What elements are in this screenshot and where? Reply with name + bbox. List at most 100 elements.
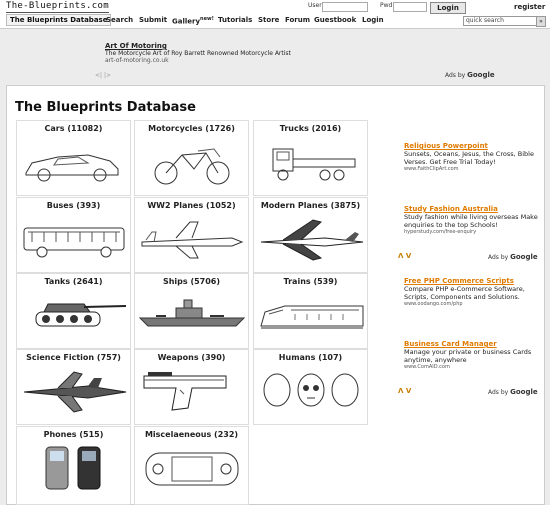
category-name: Humans: [278, 353, 316, 362]
truck-icon[interactable]: [254, 135, 367, 191]
category-cell[interactable]: Humans (107): [253, 349, 368, 425]
ship-icon[interactable]: [135, 288, 248, 344]
side-ad-desc: Study fashion while living overseas Make…: [404, 213, 538, 229]
spaceship-icon[interactable]: [17, 364, 130, 420]
category-cell[interactable]: Motorcycles (1726): [134, 120, 249, 196]
nav-submit[interactable]: Submit: [139, 16, 167, 24]
category-cell[interactable]: Tanks (2641): [16, 273, 131, 349]
side-ad-url[interactable]: www.FaithClipArt.com: [404, 166, 539, 172]
ad-nav-arrows-2[interactable]: Λ V: [398, 387, 411, 395]
side-ad-url[interactable]: hyperstudy.com/free-enquiry: [404, 229, 539, 235]
car-icon[interactable]: [17, 135, 130, 191]
jet-icon[interactable]: [254, 212, 367, 268]
category-label[interactable]: Phones (515): [17, 430, 130, 439]
category-label[interactable]: Cars (11082): [17, 124, 130, 133]
side-ad-2: Study Fashion Australia Study fashion wh…: [404, 205, 539, 235]
skull-icon[interactable]: [254, 364, 367, 420]
category-cell[interactable]: Miscelaeneous (232): [134, 426, 249, 505]
side-ad-url[interactable]: www.oodango.com/php: [404, 301, 539, 307]
category-label[interactable]: Ships (5706): [135, 277, 248, 286]
ad-nav-arrows[interactable]: <| |>: [95, 72, 111, 79]
category-cell[interactable]: Cars (11082): [16, 120, 131, 196]
side-ad-4: Business Card Manager Manage your privat…: [404, 340, 539, 370]
category-label[interactable]: WW2 Planes (1052): [135, 201, 248, 210]
category-label[interactable]: Buses (393): [17, 201, 130, 210]
category-label[interactable]: Tanks (2641): [17, 277, 130, 286]
category-name: Miscelaeneous: [144, 430, 212, 439]
category-cell[interactable]: Phones (515): [16, 426, 131, 505]
category-cell[interactable]: Trucks (2016): [253, 120, 368, 196]
category-cell[interactable]: Trains (539): [253, 273, 368, 349]
category-label[interactable]: Humans (107): [254, 353, 367, 362]
category-label[interactable]: Science Fiction (757): [17, 353, 130, 362]
category-cell[interactable]: Science Fiction (757): [16, 349, 131, 425]
register-link[interactable]: register: [514, 3, 545, 11]
category-cell[interactable]: WW2 Planes (1052): [134, 197, 249, 273]
category-count: (539): [313, 277, 338, 286]
category-name: Tanks: [44, 277, 71, 286]
category-label[interactable]: Motorcycles (1726): [135, 124, 248, 133]
motorcycle-icon[interactable]: [135, 135, 248, 191]
nav-search[interactable]: Search: [106, 16, 133, 24]
side-ad-title[interactable]: Free PHP Commerce Scripts: [404, 277, 539, 285]
category-count: (5706): [190, 277, 221, 286]
nav-forum[interactable]: Forum: [285, 16, 310, 24]
category-label[interactable]: Trucks (2016): [254, 124, 367, 133]
search-input[interactable]: quick search: [463, 16, 537, 26]
category-cell[interactable]: Modern Planes (3875): [253, 197, 368, 273]
nav-login[interactable]: Login: [362, 16, 384, 24]
category-count: (2641): [72, 277, 103, 286]
ads-by-google-top[interactable]: Ads by Google: [445, 71, 495, 79]
nav-store[interactable]: Store: [258, 16, 279, 24]
category-cell[interactable]: Ships (5706): [134, 273, 249, 349]
nav-tutorials[interactable]: Tutorials: [218, 16, 252, 24]
user-label: User: [308, 2, 322, 9]
top-ad-url[interactable]: art-of-motoring.co.uk: [105, 57, 291, 64]
ww2-plane-icon[interactable]: [135, 212, 248, 268]
side-ad-desc: Sunsets, Oceans, Jesus, the Cross, Bible…: [404, 150, 534, 166]
train-icon[interactable]: [254, 288, 367, 344]
nav-guestbook[interactable]: Guestbook: [314, 16, 356, 24]
ad-nav-arrows-1[interactable]: Λ V: [398, 252, 411, 260]
google-label: Google: [467, 71, 495, 79]
side-ad-3: Free PHP Commerce Scripts Compare PHP e-…: [404, 277, 539, 307]
side-ad-title[interactable]: Religious Powerpoint: [404, 142, 539, 150]
category-count: (515): [79, 430, 104, 439]
login-button[interactable]: Login: [430, 2, 466, 14]
category-cell[interactable]: Weapons (390): [134, 349, 249, 425]
top-ad-desc: The Motorcycle Art of Roy Barrett Renown…: [105, 50, 291, 57]
side-ad-url[interactable]: www.ComAID.com: [404, 364, 539, 370]
category-count: (107): [318, 353, 343, 362]
phone-icon[interactable]: [17, 441, 130, 497]
page-title: The Blueprints Database: [15, 100, 196, 115]
category-cell[interactable]: Buses (393): [16, 197, 131, 273]
nav-gallery[interactable]: Gallerynew!: [172, 16, 214, 25]
category-label[interactable]: Trains (539): [254, 277, 367, 286]
user-input[interactable]: [322, 2, 368, 12]
category-name: Motorcycles: [148, 124, 203, 133]
category-label[interactable]: Modern Planes (3875): [254, 201, 367, 210]
google-label: Google: [510, 388, 538, 396]
category-name: Modern Planes: [260, 201, 328, 210]
nav-blueprints-database[interactable]: The Blueprints Database: [6, 14, 112, 26]
google-label: Google: [510, 253, 538, 261]
category-count: (232): [214, 430, 239, 439]
pistol-icon[interactable]: [135, 364, 248, 420]
search-button[interactable]: »: [536, 16, 546, 27]
category-name: Phones: [43, 430, 77, 439]
game-console-icon[interactable]: [135, 441, 248, 497]
side-ad-title[interactable]: Study Fashion Australia: [404, 205, 539, 213]
category-label[interactable]: Weapons (390): [135, 353, 248, 362]
site-logo[interactable]: The-Blueprints.com: [6, 1, 109, 13]
side-ad-title[interactable]: Business Card Manager: [404, 340, 539, 348]
category-name: WW2 Planes: [147, 201, 204, 210]
tank-icon[interactable]: [17, 288, 130, 344]
category-count: (11082): [67, 124, 103, 133]
bus-icon[interactable]: [17, 212, 130, 268]
top-ad-title[interactable]: Art Of Motoring: [105, 42, 291, 50]
ads-by-google-1[interactable]: Ads by Google: [488, 253, 538, 261]
ads-by-google-2[interactable]: Ads by Google: [488, 388, 538, 396]
pwd-label: Pwd: [380, 2, 393, 9]
password-input[interactable]: [393, 2, 427, 12]
category-label[interactable]: Miscelaeneous (232): [135, 430, 248, 439]
